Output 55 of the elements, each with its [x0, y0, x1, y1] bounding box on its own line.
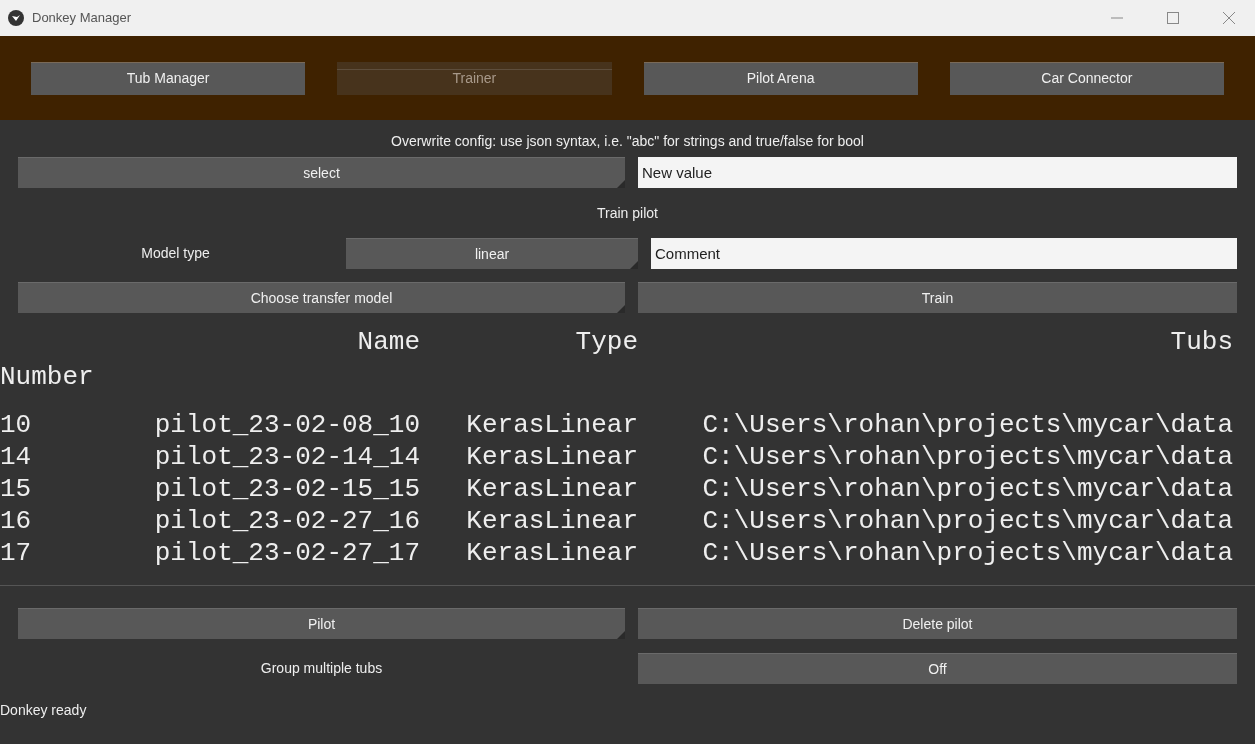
- table-cell: pilot_23-02-15_15: [154, 473, 420, 505]
- table-cell: KerasLinear: [466, 473, 638, 505]
- model-type-label: Model type: [141, 244, 210, 263]
- column-header: Number: [0, 362, 94, 392]
- table-cell: 16: [0, 506, 32, 536]
- column-header: Type: [575, 326, 638, 358]
- table-row[interactable]: 17 pilot_23-02-27_17 KerasLinear C:\Users\rohan\projects\mycar\data: [0, 537, 1255, 569]
- corner-icon: [617, 631, 625, 639]
- value-field[interactable]: New value: [638, 157, 1237, 188]
- transfer-model-button[interactable]: Choose transfer model: [18, 282, 625, 313]
- table-cell: KerasLinear: [466, 409, 638, 441]
- table-cell: pilot_23-02-27_17: [154, 537, 420, 569]
- corner-icon: [630, 261, 638, 269]
- table-row[interactable]: 15 pilot_23-02-15_15 KerasLinear C:\Users\rohan\projects\mycar\data: [0, 473, 1255, 505]
- table-cell: pilot_23-02-14_14: [154, 441, 420, 473]
- app-logo-icon: [8, 10, 24, 26]
- table-cell: C:\Users\rohan\projects\mycar\data: [702, 537, 1233, 569]
- train-title: Train pilot: [596, 204, 659, 223]
- delete-pilot-button[interactable]: Delete pilot: [638, 608, 1237, 639]
- table-cell: pilot_23-02-27_16: [154, 505, 420, 537]
- table-cell: C:\Users\rohan\projects\mycar\data: [702, 473, 1233, 505]
- table-cell: 10: [0, 410, 32, 440]
- table-cell: KerasLinear: [466, 537, 638, 569]
- config-hint: Overwrite config: use json syntax, i.e. "abc" for strings and true/false for bool: [390, 132, 865, 151]
- corner-icon: [617, 180, 625, 188]
- table-cell: pilot_23-02-08_10: [154, 409, 420, 441]
- group-tubs-label: Group multiple tubs: [260, 659, 383, 678]
- tab[interactable]: Trainer: [337, 61, 612, 95]
- select-button[interactable]: select: [18, 157, 625, 188]
- table-cell: KerasLinear: [466, 505, 638, 537]
- table-row[interactable]: 14 pilot_23-02-14_14 KerasLinear C:\Users\rohan\projects\mycar\data: [0, 441, 1255, 473]
- group-toggle-button[interactable]: Off: [638, 653, 1237, 684]
- model-type-dropdown[interactable]: linear: [346, 238, 638, 269]
- window-title: Donkey Manager: [32, 9, 132, 28]
- table-cell: KerasLinear: [466, 441, 638, 473]
- table-cell: 17: [0, 538, 32, 568]
- table-cell: C:\Users\rohan\projects\mycar\data: [702, 505, 1233, 537]
- table-cell: C:\Users\rohan\projects\mycar\data: [702, 409, 1233, 441]
- comment-field[interactable]: Comment: [651, 238, 1237, 269]
- tab[interactable]: Car Connector: [949, 61, 1224, 95]
- status-text: Donkey ready: [0, 702, 87, 718]
- close-icon[interactable]: [1223, 12, 1235, 24]
- table-row[interactable]: 10 pilot_23-02-08_10 KerasLinear C:\Users\rohan\projects\mycar\data: [0, 409, 1255, 441]
- maximize-icon[interactable]: [1167, 12, 1179, 24]
- corner-icon: [617, 305, 625, 313]
- pilot-dropdown[interactable]: Pilot: [18, 608, 625, 639]
- train-button[interactable]: Train: [638, 282, 1237, 313]
- tab[interactable]: Pilot Arena: [643, 61, 918, 95]
- column-header: Tubs: [1170, 326, 1233, 358]
- table-row[interactable]: 16 pilot_23-02-27_16 KerasLinear C:\Users\rohan\projects\mycar\data: [0, 505, 1255, 537]
- table-cell: 14: [0, 442, 32, 472]
- tab[interactable]: Tub Manager: [31, 61, 306, 95]
- column-header: Name: [357, 326, 420, 358]
- table-cell: 15: [0, 474, 32, 504]
- table-cell: C:\Users\rohan\projects\mycar\data: [702, 441, 1233, 473]
